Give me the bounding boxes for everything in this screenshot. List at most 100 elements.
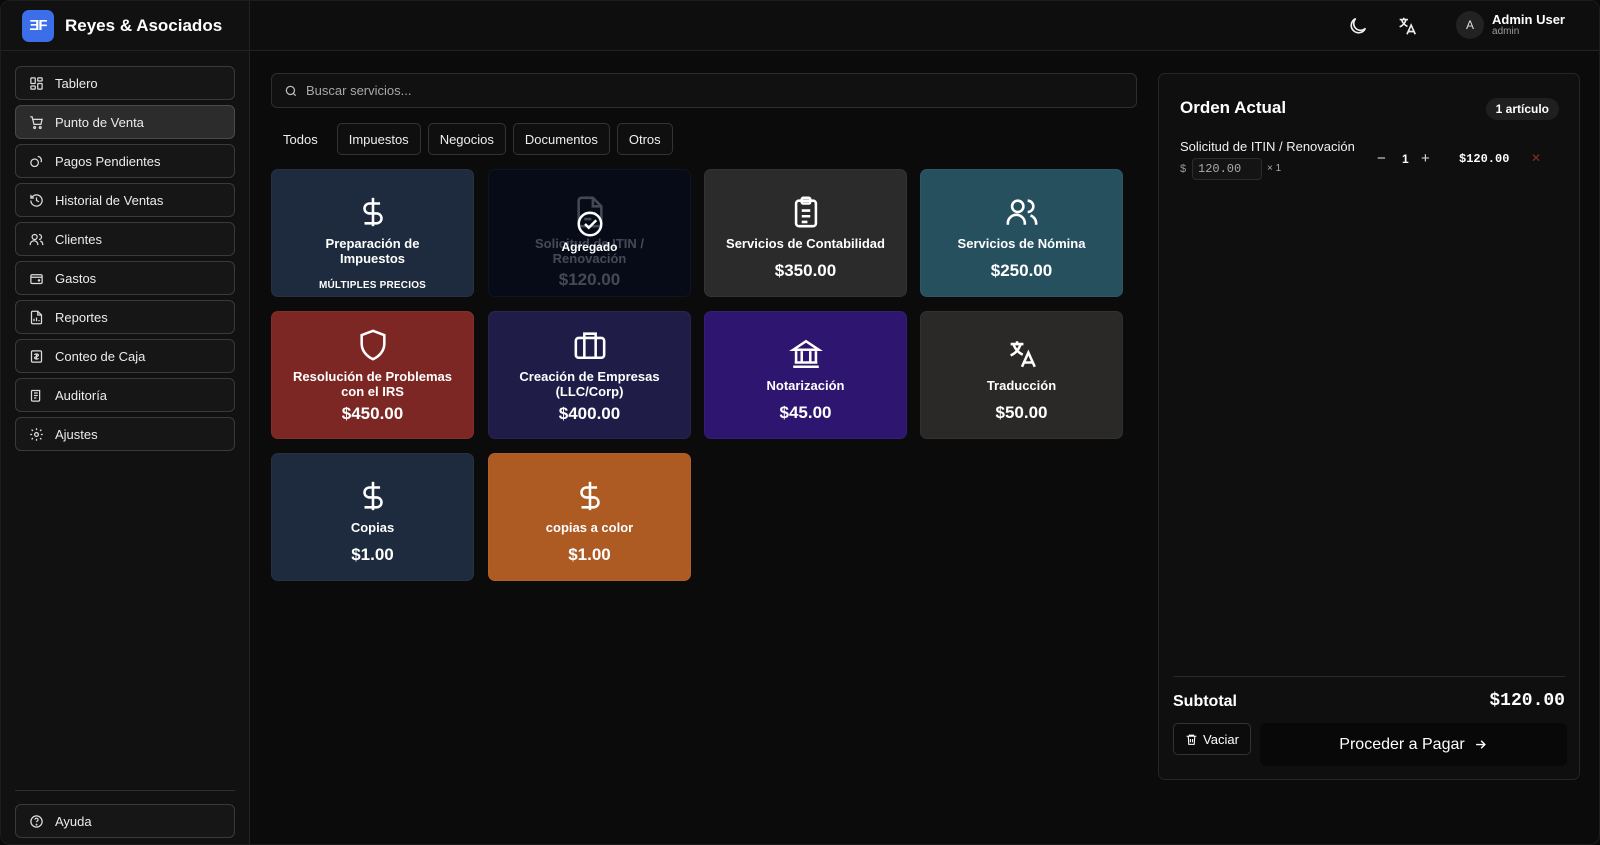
currency-symbol: $ [1180,163,1187,175]
cash-icon [30,349,43,363]
search-input[interactable] [306,83,1106,98]
brand-name: Reyes & Asociados [65,15,223,35]
sidebar-item-label: Gastos [55,270,97,286]
service-title: Preparación de Impuestos [325,236,420,266]
sidebar-item-label: Ajustes [55,426,98,442]
tab-impuestos[interactable]: Impuestos [336,123,421,155]
sidebar-item-reportes[interactable]: Reportes [15,300,235,334]
line-item-name: Solicitud de ITIN / Renovación [1180,139,1355,154]
help-icon [30,814,43,828]
users-icon [29,233,44,245]
user-name: Admin User [1492,12,1565,27]
search-bar [271,73,1137,108]
increase-quantity-button[interactable]: + [1421,150,1430,167]
gear-icon [30,427,43,441]
order-count-badge: 1 artículo [1485,98,1559,120]
audit-icon [30,389,41,402]
service-price: $350.00 [774,261,837,280]
check-circle-icon [577,211,602,237]
sidebar-item-tablero[interactable]: Tablero [15,66,235,100]
translate-icon[interactable] [1396,15,1418,37]
brand-logo: ƎF [22,9,54,42]
tab-negocios[interactable]: Negocios [427,123,506,155]
service-title: Notarización [766,378,845,393]
service-card-empresas[interactable]: Creación de Empresas (LLC/Corp) $400.00 [488,311,691,439]
sidebar-item-pagos-pendientes[interactable]: Pagos Pendientes [15,144,235,178]
sidebar-item-conteo-de-caja[interactable]: Conteo de Caja [15,339,235,373]
service-card-copias-color[interactable]: copias a color $1.00 [488,453,691,581]
sidebar-item-gastos[interactable]: Gastos [15,261,235,295]
service-price: $450.00 [341,404,404,423]
sidebar-item-label: Tablero [55,75,98,91]
dollar-icon [362,197,383,227]
tab-otros[interactable]: Otros [616,123,673,155]
service-card-copias[interactable]: Copias $1.00 [271,453,474,581]
tab-documentos[interactable]: Documentos [512,123,610,155]
added-label: Agregado [561,240,618,254]
sidebar-item-punto-de-venta[interactable]: Punto de Venta [15,105,235,139]
category-tabs: Todos Impuestos Negocios Documentos Otro… [271,123,680,155]
moon-icon[interactable] [1347,15,1369,37]
service-card-nomina[interactable]: Servicios de Nómina $250.00 [920,169,1123,297]
dollar-icon [362,481,383,511]
report-icon [30,310,43,324]
top-bar: A Admin User admin [250,1,1599,51]
service-title: Traducción [986,378,1057,393]
sidebar-item-ajustes[interactable]: Ajustes [15,417,235,451]
quantity-value: 1 [1402,152,1409,166]
service-price: $45.00 [779,403,832,422]
decrease-quantity-button[interactable]: − [1377,150,1386,167]
service-title: copias a color [545,520,634,535]
service-card-contabilidad[interactable]: Servicios de Contabilidad $350.00 [704,169,907,297]
service-price: $400.00 [558,404,621,423]
avatar: A [1456,11,1485,39]
user-role: admin [1492,26,1520,37]
brand: ƎF Reyes & Asociados [1,1,249,51]
cart-icon [30,115,43,129]
bank-icon [788,339,823,369]
sidebar: ƎF Reyes & Asociados Tablero Punto de Ve… [1,1,250,844]
sidebar-item-label: Historial de Ventas [55,192,164,208]
service-price: $250.00 [990,261,1053,280]
order-title: Orden Actual [1180,98,1287,117]
service-card-preparacion-impuestos[interactable]: Preparación de Impuestos MÚLTIPLES PRECI… [271,169,474,297]
wallet-icon [30,273,43,284]
help-button[interactable]: Ayuda [15,804,235,838]
service-title: Copias [350,520,395,535]
remove-item-button[interactable]: ✕ [1531,151,1541,165]
service-card-irs[interactable]: Resolución de Problemas con el IRS $450.… [271,311,474,439]
proceed-to-pay-button[interactable]: Proceder a Pagar [1260,723,1567,766]
users-icon [1006,199,1037,225]
clear-order-button[interactable]: Vaciar [1173,723,1251,755]
service-price: $50.00 [995,403,1048,422]
sidebar-item-clientes[interactable]: Clientes [15,222,235,256]
coins-icon [30,155,42,167]
sidebar-nav: Tablero Punto de Venta Pagos Pendientes … [15,66,235,456]
service-title: Resolución de Problemas con el IRS [293,369,452,399]
service-title: Servicios de Contabilidad [726,236,885,251]
service-title: Servicios de Nómina [957,236,1086,251]
shield-icon [359,329,386,361]
trash-icon [1186,734,1197,745]
dollar-icon [579,481,600,511]
sidebar-divider [15,790,235,791]
added-overlay: Agregado [489,170,690,296]
service-card-itin[interactable]: Solicitud de ITIN / Renovación $120.00 A… [488,169,691,297]
sidebar-item-historial-de-ventas[interactable]: Historial de Ventas [15,183,235,217]
unit-price-input[interactable] [1192,158,1262,180]
service-card-notarizacion[interactable]: Notarización $45.00 [704,311,907,439]
history-icon [30,193,43,207]
subtotal-value: $120.00 [1489,691,1565,711]
service-card-traduccion[interactable]: Traducción $50.00 [920,311,1123,439]
line-item-total: $120.00 [1459,152,1510,166]
user-menu[interactable]: A Admin User admin [1456,11,1565,39]
sidebar-item-label: Punto de Venta [55,114,144,130]
dashboard-icon [30,76,43,90]
briefcase-icon [574,332,605,360]
pay-label: Proceder a Pagar [1339,735,1465,753]
service-subtitle: MÚLTIPLES PRECIOS [318,280,427,291]
tab-todos[interactable]: Todos [271,123,330,155]
arrow-right-icon [1475,740,1486,749]
clear-label: Vaciar [1203,731,1239,747]
sidebar-item-auditoria[interactable]: Auditoría [15,378,235,412]
